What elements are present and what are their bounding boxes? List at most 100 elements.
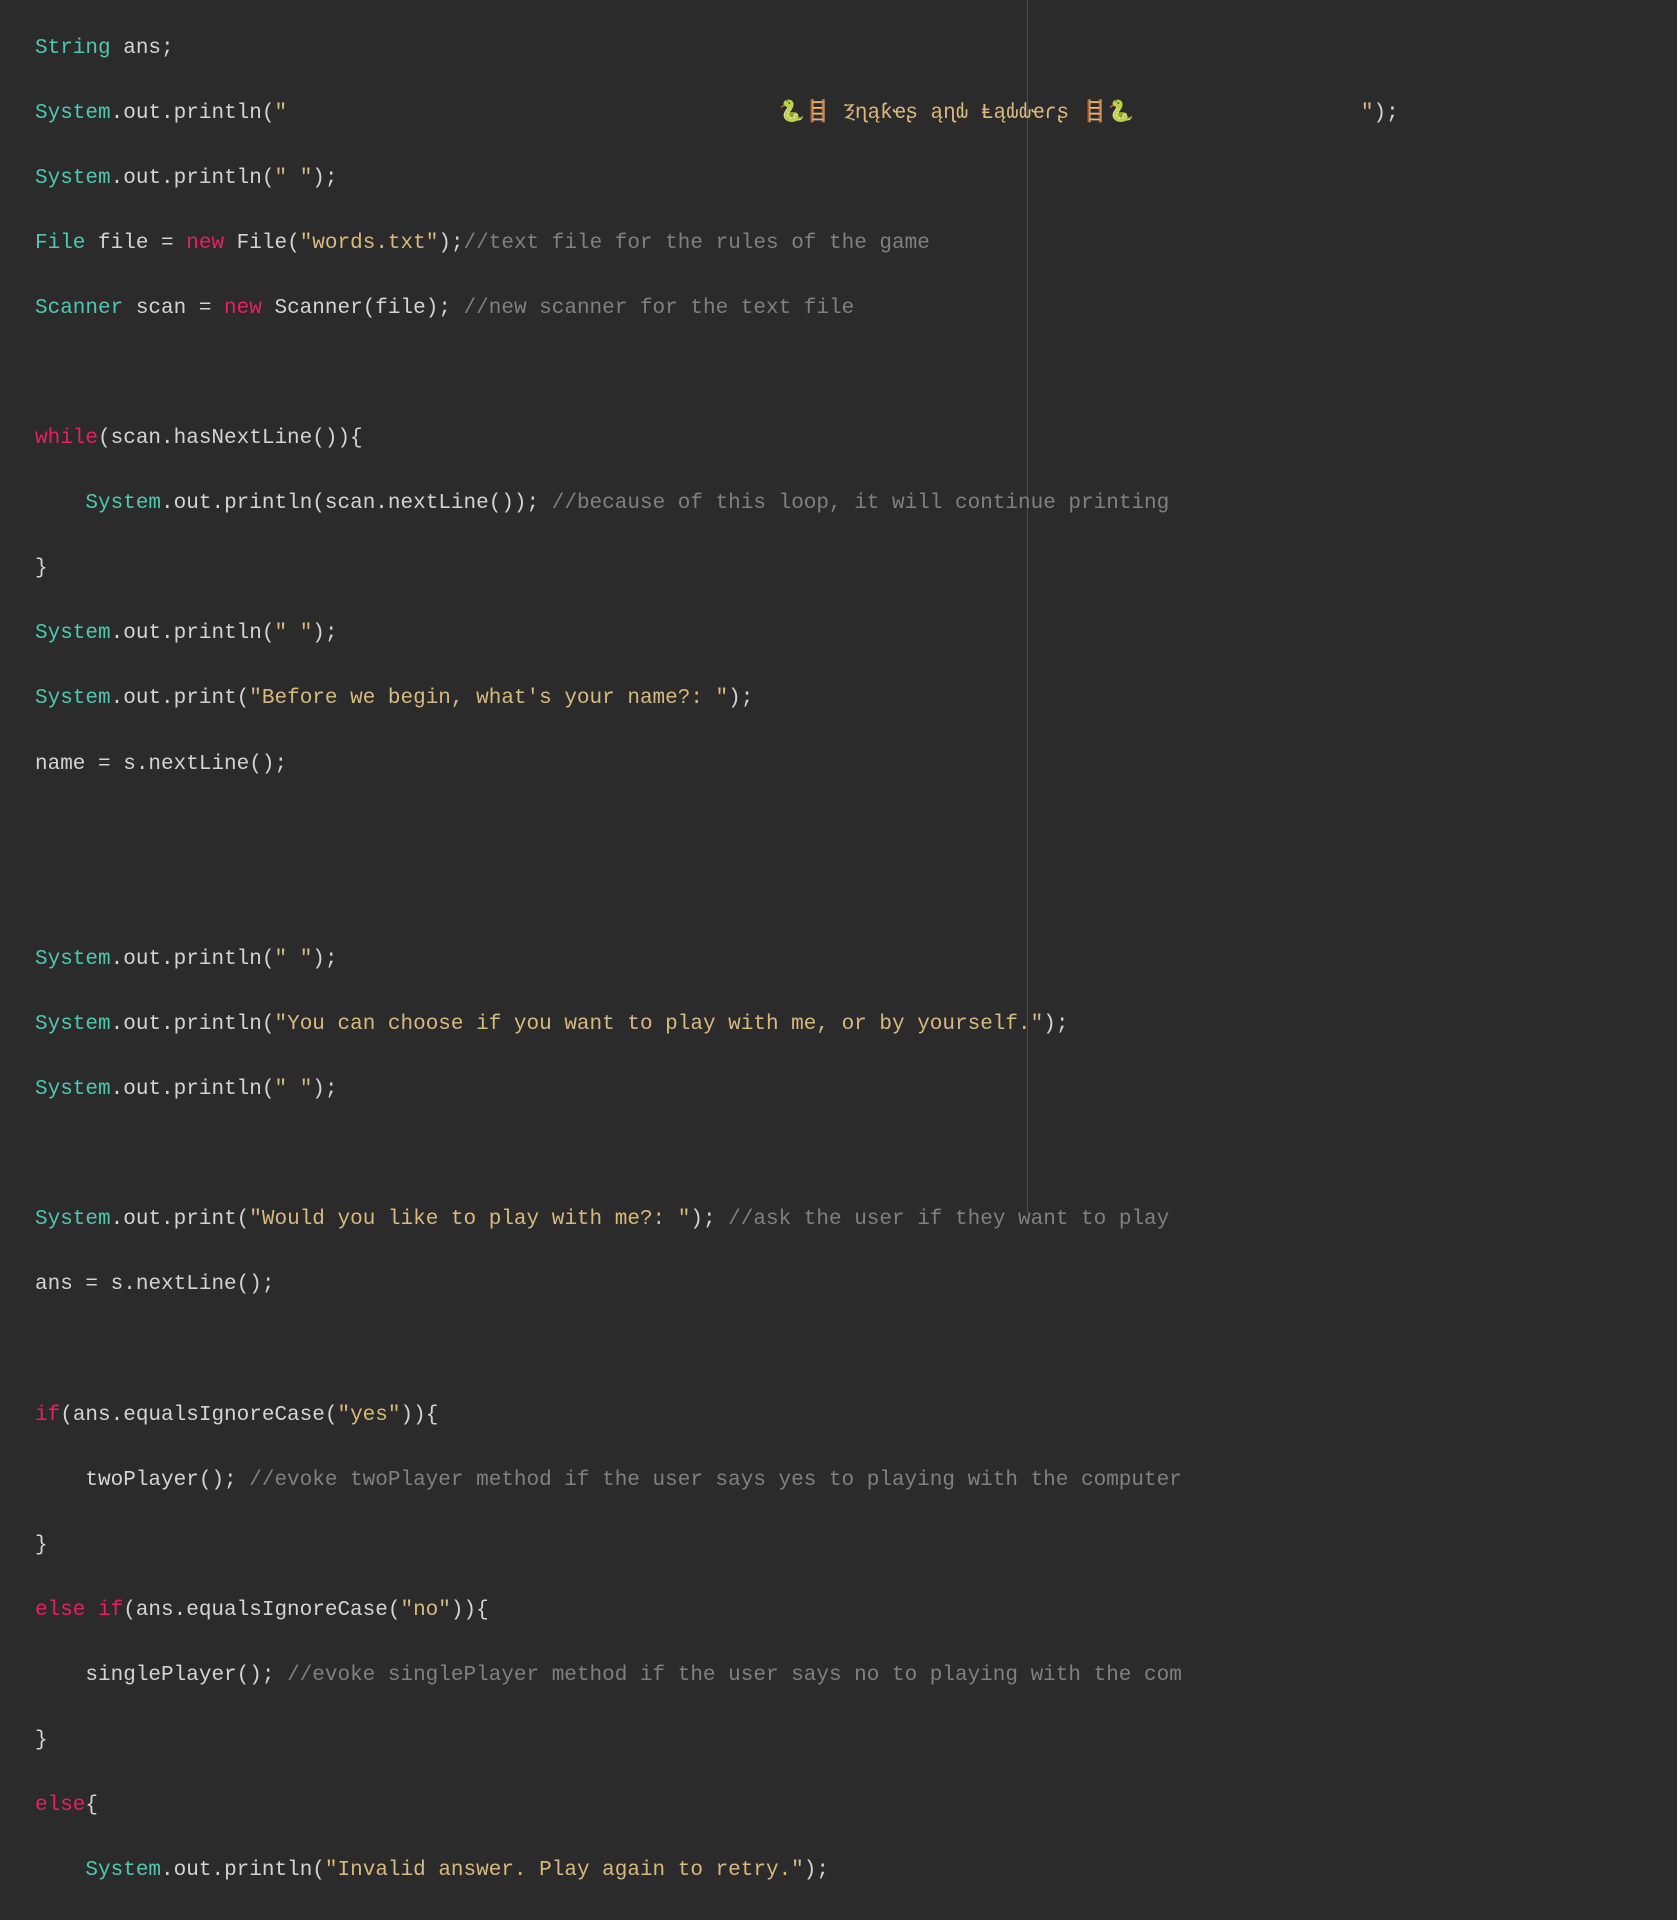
code-line[interactable]: while(scan.hasNextLine()){ [35,423,1677,456]
property: out [123,1013,161,1036]
method-call: print [174,1208,237,1231]
method-call: println [174,948,262,971]
dot: . [111,1078,124,1101]
method-call: println [174,1013,262,1036]
operator: = [161,232,174,255]
operator: = [98,753,111,776]
object-ref: System [35,102,111,125]
object-ref: System [35,1078,111,1101]
object-ref: System [35,1208,111,1231]
code-line-empty[interactable] [35,1139,1677,1172]
method-call: println [174,622,262,645]
comment: //text file for the rules of the game [464,232,930,255]
code-line[interactable]: System.out.println(scan.nextLine()); //b… [35,488,1677,521]
code-line[interactable]: Scanner scan = new Scanner(file); //new … [35,293,1677,326]
paren: ( [312,1859,325,1882]
object-ref: System [35,948,111,971]
comment: //because of this loop, it will continue… [552,492,1182,515]
type-keyword: File [35,232,85,255]
code-line-empty[interactable] [35,358,1677,391]
code-line[interactable]: if(ans.equalsIgnoreCase("yes")){ [35,1400,1677,1433]
dot: . [161,167,174,190]
code-line[interactable]: String ans; [35,33,1677,66]
constructor: File [237,232,287,255]
else-keyword: else [35,1794,85,1817]
string-literal: "Invalid answer. Play again to retry." [325,1859,804,1882]
code-line[interactable]: name = s.nextLine(); [35,749,1677,782]
paren: ); [426,297,464,320]
paren: ( [262,167,275,190]
code-line[interactable]: System.out.println(" "); [35,618,1677,651]
dot: . [161,687,174,710]
paren: ( [237,1208,250,1231]
paren: ); [690,1208,728,1231]
dot: . [211,1859,224,1882]
paren: ); [728,687,753,710]
dot: . [161,1859,174,1882]
code-line-empty[interactable] [35,814,1677,847]
type-keyword: Scanner [35,297,123,320]
code-editor[interactable]: String ans; System.out.println(" 🐍🪜 Ⲝɳąƙ… [0,0,1677,1920]
code-line[interactable]: else{ [35,1790,1677,1823]
code-line[interactable]: System.out.println(" "); [35,1074,1677,1107]
code-line[interactable]: System.out.println(" 🐍🪜 Ⲝɳąƙҽʂ ąɳԃ Ⱡąԃԃҽ… [35,98,1677,131]
code-line[interactable]: System.out.println("You can choose if yo… [35,1009,1677,1042]
dot: . [211,492,224,515]
operator: = [199,297,212,320]
variable: ans [35,1273,85,1296]
paren: ( [287,232,300,255]
paren: ); [312,948,337,971]
code-line[interactable]: System.out.print("Would you like to play… [35,1204,1677,1237]
dot: . [111,102,124,125]
code-line[interactable]: System.out.print("Before we begin, what'… [35,683,1677,716]
dot: . [111,167,124,190]
condition: (ans.equalsIgnoreCase( [60,1404,337,1427]
code-line-empty[interactable] [35,879,1677,912]
string-literal: "yes" [337,1404,400,1427]
dot: . [111,1013,124,1036]
paren: ); [312,167,337,190]
code-line[interactable]: twoPlayer(); //evoke twoPlayer method if… [35,1465,1677,1498]
if-keyword: if [35,1404,60,1427]
comment: //evoke singlePlayer method if the user … [287,1664,1182,1687]
code-line[interactable]: } [35,553,1677,586]
paren: ( [262,948,275,971]
code-line[interactable]: System.out.println(" "); [35,163,1677,196]
paren: ( [363,297,376,320]
dot: . [111,948,124,971]
code-line[interactable]: ans = s.nextLine(); [35,1269,1677,1302]
dot: . [111,687,124,710]
dot: . [161,102,174,125]
code-line-empty[interactable] [35,1334,1677,1367]
code-text: )){ [451,1599,489,1622]
argument: file [375,297,425,320]
dot: . [161,948,174,971]
method-call: println [224,1859,312,1882]
paren: ( [262,1078,275,1101]
code-line[interactable]: singlePlayer(); //evoke singlePlayer met… [35,1660,1677,1693]
code-line[interactable]: File file = new File("words.txt");//text… [35,228,1677,261]
string-literal: "words.txt" [300,232,439,255]
method-call: println [174,102,262,125]
paren: ( [262,1013,275,1036]
property: out [174,1859,212,1882]
code-line[interactable]: } [35,1725,1677,1758]
brace: } [35,1729,48,1752]
string-literal: "Would you like to play with me?: " [249,1208,690,1231]
code-line[interactable]: System.out.println("Invalid answer. Play… [35,1855,1677,1888]
code-line[interactable]: System.out.println(" "); [35,944,1677,977]
paren: ( [262,622,275,645]
condition: (ans.equalsIgnoreCase( [123,1599,400,1622]
paren: ); [438,232,463,255]
object-ref: System [35,622,111,645]
property: out [123,948,161,971]
string-literal: "Before we begin, what's your name?: " [249,687,728,710]
dot: . [161,1078,174,1101]
code-line[interactable]: } [35,1530,1677,1563]
object-ref: System [35,1013,111,1036]
comment: //evoke twoPlayer method if the user say… [249,1469,1182,1492]
code-line[interactable]: else if(ans.equalsIgnoreCase("no")){ [35,1595,1677,1628]
method-call: println [174,1078,262,1101]
dot: . [161,622,174,645]
property: out [123,167,161,190]
